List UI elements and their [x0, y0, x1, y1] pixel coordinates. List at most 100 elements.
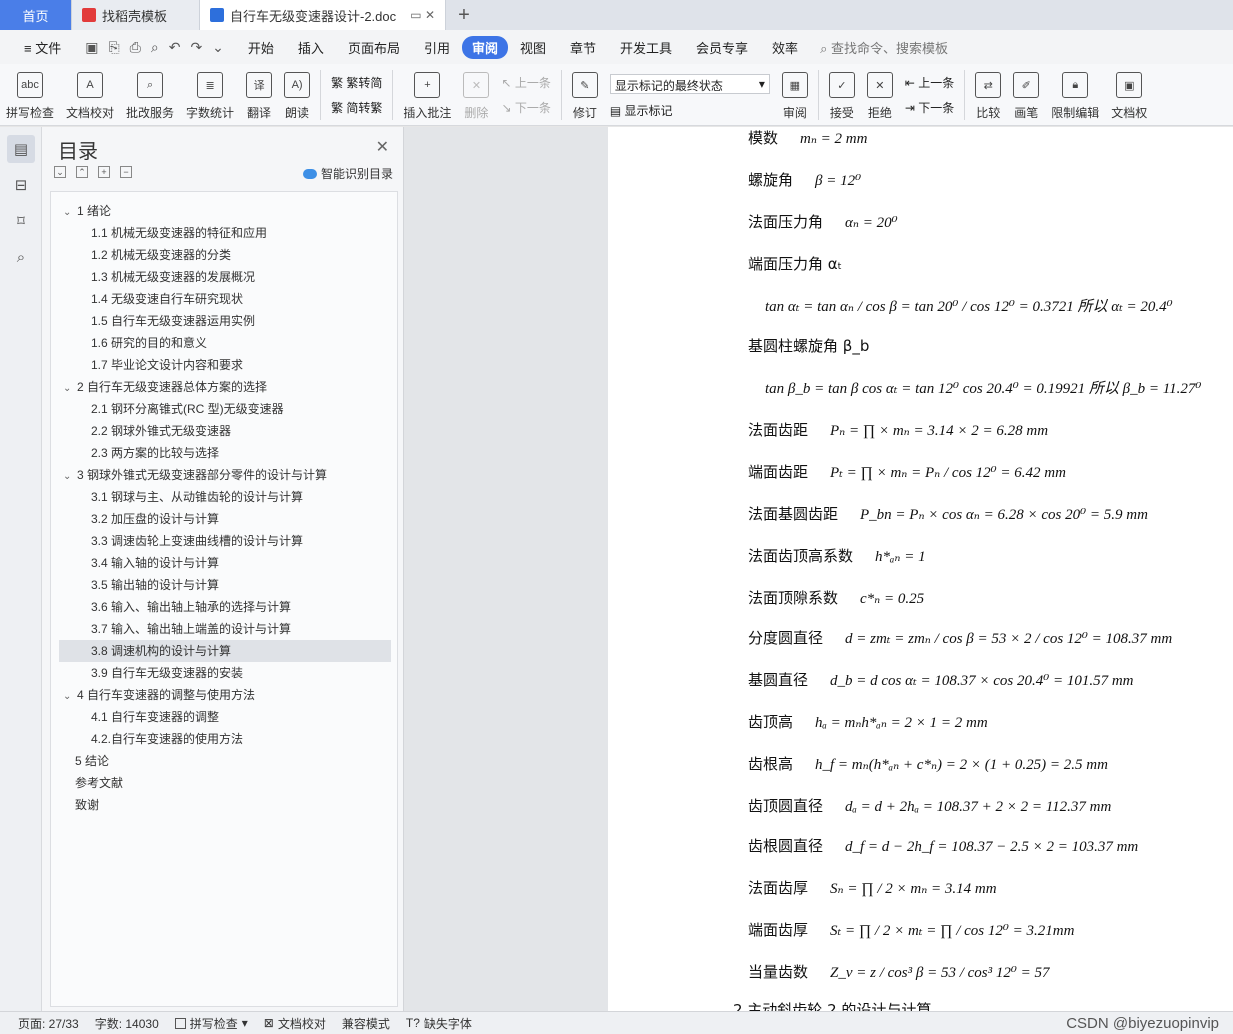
- document-page[interactable]: 模数 mₙ = 2 mm 螺旋角 β = 12⁰ 法面压力角 αₙ = 20⁰ 端面压力角 …: [608, 127, 1233, 1011]
- restrict-edit-button[interactable]: 🔒︎ 限制编辑: [1045, 70, 1105, 121]
- toc-item[interactable]: 3.6 输入、输出轴上轴承的选择与计算: [59, 596, 391, 618]
- word-count-indicator[interactable]: 字数: 14030: [87, 1015, 167, 1032]
- menu-insert[interactable]: 插入: [286, 38, 336, 57]
- spell-check-button[interactable]: abc 拼写检查: [0, 70, 60, 121]
- search-icon[interactable]: ⌕: [7, 243, 35, 271]
- menu-efficiency[interactable]: 效率: [760, 38, 810, 57]
- toc-item[interactable]: 3.9 自行车无级变速器的安装: [59, 662, 391, 684]
- export-icon[interactable]: ⎘: [108, 39, 119, 56]
- pen-button[interactable]: ✐ 画笔: [1007, 70, 1045, 121]
- toc-item[interactable]: ⌄ 1 绪论: [59, 200, 391, 222]
- reject-button[interactable]: ✕ 拒绝: [861, 70, 899, 121]
- read-aloud-button[interactable]: A) 朗读: [278, 70, 316, 121]
- toc-item[interactable]: ⌄ 2 自行车无级变速器总体方案的选择: [59, 376, 391, 398]
- delete-comment-button[interactable]: ✕ 删除: [457, 70, 495, 121]
- toc-item[interactable]: 2.1 钢环分离锥式(RC 型)无级变速器: [59, 398, 391, 420]
- doc-check-button[interactable]: A 文档校对: [60, 70, 120, 121]
- tab-docer-templates[interactable]: 找稻壳模板: [72, 0, 200, 30]
- menu-page-layout[interactable]: 页面布局: [336, 38, 412, 57]
- toc-item[interactable]: 参考文献: [59, 772, 391, 794]
- toc-item[interactable]: 致谢: [59, 794, 391, 816]
- file-menu[interactable]: ≡ 文件: [12, 38, 73, 57]
- save-icon[interactable]: ▣: [85, 39, 98, 56]
- menu-start[interactable]: 开始: [236, 38, 286, 57]
- toc-item[interactable]: 2.3 两方案的比较与选择: [59, 442, 391, 464]
- show-marks-button[interactable]: ▤ 显示标记: [610, 102, 770, 119]
- tab-home[interactable]: 首页: [0, 0, 72, 30]
- toc-item[interactable]: 1.6 研究的目的和意义: [59, 332, 391, 354]
- toc-item[interactable]: 1.4 无级变速自行车研究现状: [59, 288, 391, 310]
- next-revision-button[interactable]: ⇥ 下一条: [905, 99, 954, 116]
- toc-item[interactable]: 4.2.自行车变速器的使用方法: [59, 728, 391, 750]
- menu-dev-tools[interactable]: 开发工具: [608, 38, 684, 57]
- toc-item[interactable]: 3.7 输入、输出轴上端盖的设计与计算: [59, 618, 391, 640]
- chevron-down-icon[interactable]: ⌄: [63, 466, 77, 488]
- chevron-down-icon[interactable]: ⌄: [63, 378, 77, 400]
- toc-item[interactable]: 3.1 钢球与主、从动锥齿轮的设计与计算: [59, 486, 391, 508]
- chevron-down-icon[interactable]: ⌄: [63, 202, 77, 224]
- menu-review[interactable]: 审阅: [461, 35, 508, 59]
- accept-button[interactable]: ✓ 接受: [823, 70, 861, 121]
- toc-item[interactable]: 3.4 输入轴的设计与计算: [59, 552, 391, 574]
- annotate-service-button[interactable]: ⌕ 批改服务: [120, 70, 180, 121]
- undo-icon[interactable]: ↶: [169, 39, 181, 56]
- menu-view[interactable]: 视图: [508, 38, 558, 57]
- status-doc-check-label: 文档校对: [277, 1016, 326, 1031]
- tab-document[interactable]: 自行车无级变速器设计-2.doc ▭ ✕: [200, 0, 446, 30]
- insert-comment-button[interactable]: + 插入批注: [397, 70, 457, 121]
- doc-permission-button[interactable]: ▣ 文档权: [1105, 70, 1153, 121]
- collapse-up-icon[interactable]: ⌃: [76, 166, 88, 178]
- review-pane-button[interactable]: ▦ 审阅: [776, 70, 814, 121]
- add-level-icon[interactable]: +: [98, 166, 110, 178]
- translate-button[interactable]: 译翻译: [240, 70, 278, 121]
- new-tab-button[interactable]: +: [446, 0, 482, 30]
- menu-member[interactable]: 会员专享: [684, 38, 760, 57]
- toc-list-box: ⌄ 1 绪论 1.1 机械无级变速器的特征和应用 1.2 机械无级变速器的分类 1.3 …: [50, 191, 398, 1007]
- command-search[interactable]: ⌕ 查找命令、搜索模板: [810, 38, 948, 57]
- chevron-down-icon[interactable]: ⌄: [212, 39, 224, 56]
- toc-item[interactable]: 1.5 自行车无级变速器运用实例: [59, 310, 391, 332]
- toc-item[interactable]: 1.7 毕业论文设计内容和要求: [59, 354, 391, 376]
- toc-item[interactable]: 3.3 调速齿轮上变速曲线槽的设计与计算: [59, 530, 391, 552]
- trad-to-simp-button[interactable]: 繁 繁转简: [331, 74, 382, 91]
- word-count-button[interactable]: ≣ 字数统计: [180, 70, 240, 121]
- page-indicator[interactable]: 页面: 27/33: [10, 1015, 87, 1032]
- simp-to-trad-button[interactable]: 繁 简转繁: [331, 99, 382, 116]
- missing-font[interactable]: T? 缺失字体: [398, 1015, 480, 1032]
- next-comment-button[interactable]: ↘ 下一条: [501, 99, 550, 116]
- toc-item[interactable]: 1.1 机械无级变速器的特征和应用: [59, 222, 391, 244]
- redo-icon[interactable]: ↷: [190, 39, 202, 56]
- smart-toc-button[interactable]: 智能识别目录: [302, 165, 393, 182]
- smart-toc-icon: [302, 168, 317, 179]
- expand-down-icon[interactable]: ⌄: [54, 166, 66, 178]
- markup-state-select[interactable]: 显示标记的最终状态 ▾: [609, 74, 770, 94]
- prev-comment-button[interactable]: ↖ 上一条: [501, 74, 550, 91]
- remove-level-icon[interactable]: −: [120, 166, 132, 178]
- menu-section[interactable]: 章节: [558, 38, 608, 57]
- toc-item[interactable]: 3.8 调速机构的设计与计算: [59, 640, 391, 662]
- menu-reference[interactable]: 引用: [412, 38, 462, 57]
- preview-icon[interactable]: ⌕: [151, 39, 159, 56]
- toc-panel-icon[interactable]: ▤: [7, 135, 35, 163]
- toc-item[interactable]: 4.1 自行车变速器的调整: [59, 706, 391, 728]
- chevron-down-icon[interactable]: ⌄: [63, 686, 77, 708]
- toc-item[interactable]: ⌄ 4 自行车变速器的调整与使用方法: [59, 684, 391, 706]
- toc-item[interactable]: 5 结论: [59, 750, 391, 772]
- close-icon[interactable]: ✕: [376, 137, 389, 157]
- prev-revision-button[interactable]: ⇤ 上一条: [905, 74, 954, 91]
- bookmark-icon[interactable]: ⌑: [7, 207, 35, 235]
- toc-item[interactable]: 1.3 机械无级变速器的发展概况: [59, 266, 391, 288]
- status-spell-check[interactable]: 拼写检查 ▾: [167, 1015, 256, 1032]
- chapter-nav-icon[interactable]: ⊟: [7, 171, 35, 199]
- toc-item[interactable]: 1.2 机械无级变速器的分类: [59, 244, 391, 266]
- compare-button[interactable]: ⇄ 比较: [969, 70, 1007, 121]
- revision-nav-group: ⇤ 上一条 ⇥ 下一条: [899, 70, 960, 120]
- status-doc-check[interactable]: ⊠ 文档校对: [256, 1015, 334, 1032]
- print-icon[interactable]: ⎙: [130, 39, 141, 56]
- toc-item[interactable]: ⌄ 3 钢球外锥式无级变速器部分零件的设计与计算: [59, 464, 391, 486]
- revise-button[interactable]: ✎ 修订: [566, 70, 604, 121]
- tab-close-icon[interactable]: ▭ ✕: [410, 8, 435, 22]
- toc-item[interactable]: 3.5 输出轴的设计与计算: [59, 574, 391, 596]
- toc-item[interactable]: 3.2 加压盘的设计与计算: [59, 508, 391, 530]
- toc-item[interactable]: 2.2 钢球外锥式无级变速器: [59, 420, 391, 442]
